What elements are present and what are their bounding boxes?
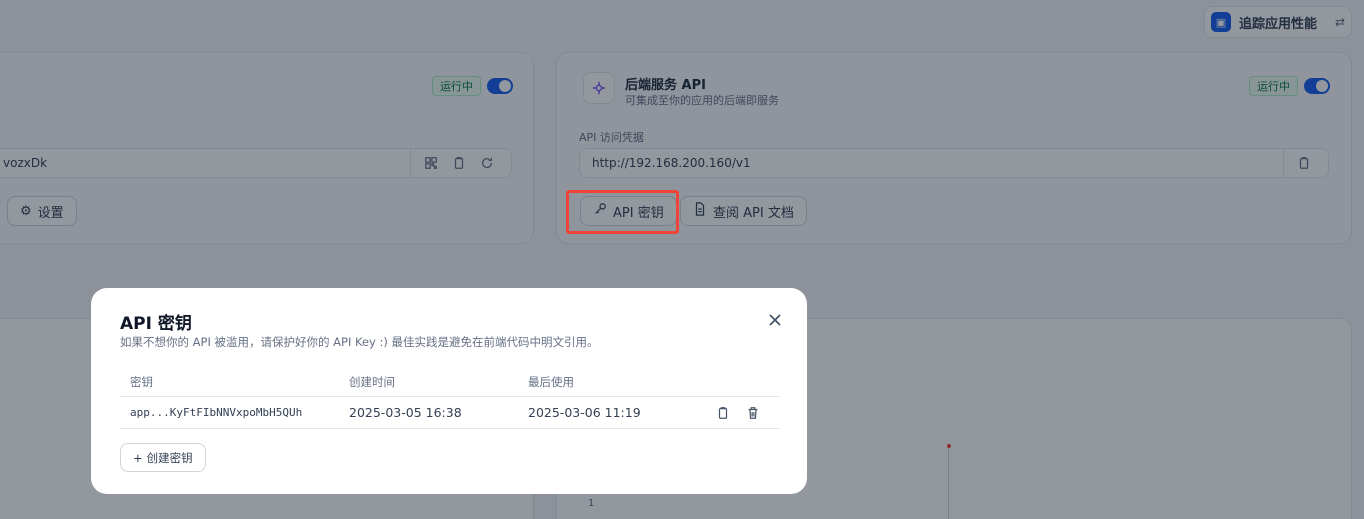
app-overview-page: ▣ 追踪应用性能 ⇄ 运行中 vozxDk ⚙ 设置 后端服务 API 可集成至… [0,0,1364,519]
api-key-modal: API 密钥 如果不想你的 API 被滥用，请保护好你的 API Key :) … [91,288,807,494]
modal-description: 如果不想你的 API 被滥用，请保护好你的 API Key :) 最佳实践是避免… [120,335,599,349]
plus-icon: + [133,450,143,465]
close-icon[interactable] [765,310,785,330]
column-created: 创建时间 [349,374,395,389]
trash-icon[interactable] [741,401,765,425]
modal-title: API 密钥 [120,314,192,334]
last-used-time: 2025-03-06 11:19 [528,405,641,420]
column-key: 密钥 [130,374,153,389]
create-key-button[interactable]: + 创建密钥 [120,443,206,472]
table-header: 密钥 创建时间 最后使用 [120,367,779,397]
created-time: 2025-03-05 16:38 [349,405,462,420]
create-key-label: 创建密钥 [146,450,193,465]
api-key-button-highlight [566,190,679,234]
api-key-value: app...KyFtFIbNNVxpoMbH5QUh [130,406,303,419]
copy-icon[interactable] [711,401,735,425]
api-keys-table: 密钥 创建时间 最后使用 app...KyFtFIbNNVxpoMbH5QUh … [120,367,779,429]
table-row: app...KyFtFIbNNVxpoMbH5QUh 2025-03-05 16… [120,397,779,429]
column-last-used: 最后使用 [528,374,574,389]
